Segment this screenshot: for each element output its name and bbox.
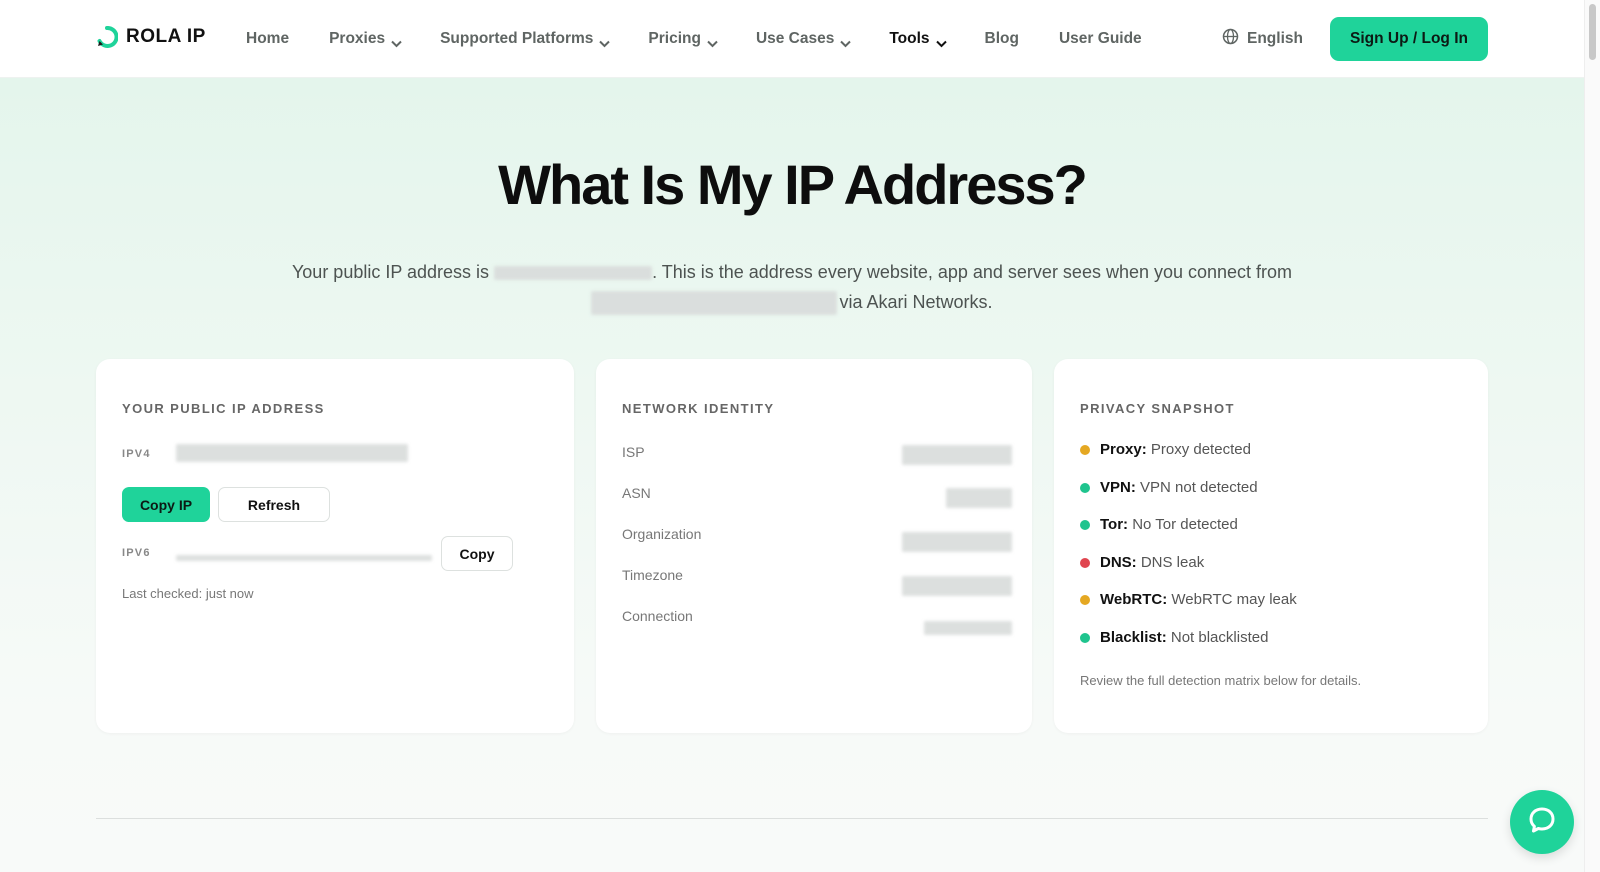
nav-item-use-cases[interactable]: Use Cases [755, 30, 852, 48]
main-nav: Home Proxies Supported Platforms Pricing… [246, 0, 1182, 78]
redacted-value [902, 576, 1012, 596]
privacy-key: Tor: [1100, 516, 1129, 533]
redacted-ip [494, 266, 653, 281]
redacted-value [902, 445, 1012, 465]
hero-subtitle: Your public IP address is . This is the … [270, 257, 1314, 317]
privacy-snapshot-card: PRIVACY SNAPSHOT Proxy: Proxy detected V… [1054, 359, 1488, 733]
privacy-item-text: DNS: DNS leak [1100, 554, 1204, 571]
privacy-item-webrtc: WebRTC: WebRTC may leak [1080, 591, 1297, 608]
nav-item-label: Home [246, 30, 290, 47]
timezone-label: Timezone [622, 567, 683, 583]
redacted-ipv6 [176, 555, 432, 561]
refresh-button[interactable]: Refresh [218, 487, 330, 522]
logo[interactable]: ROLA IP [96, 26, 206, 48]
chevron-down-icon [707, 35, 718, 47]
privacy-value: WebRTC may leak [1171, 591, 1297, 608]
nav-item-tools[interactable]: Tools [889, 30, 947, 48]
nav-item-label: Blog [984, 30, 1019, 47]
privacy-item-text: Proxy: Proxy detected [1100, 441, 1251, 458]
subtitle-text: . This is the address every website, app… [652, 262, 1293, 282]
privacy-value: Not blacklisted [1170, 629, 1269, 646]
nav-item-label: Supported Platforms [440, 30, 594, 47]
privacy-key: Blacklist: [1100, 629, 1167, 646]
privacy-item-text: Blacklist: Not blacklisted [1100, 629, 1268, 646]
ipv4-label: IPV4 [122, 448, 151, 460]
copy-ip-button[interactable]: Copy IP [122, 487, 210, 522]
nav-item-label: Tools [889, 30, 930, 47]
privacy-item-text: WebRTC: WebRTC may leak [1100, 591, 1297, 608]
redacted-value [924, 621, 1012, 635]
privacy-value: Proxy detected [1150, 441, 1251, 458]
status-dot [1080, 632, 1090, 643]
nav-item-label: Use Cases [755, 30, 835, 47]
privacy-key: DNS: [1100, 554, 1137, 571]
connection-label: Connection [622, 608, 693, 624]
asn-label: ASN [622, 485, 651, 501]
privacy-item-text: Tor: No Tor detected [1100, 516, 1238, 533]
privacy-value: VPN not detected [1140, 479, 1258, 496]
privacy-footnote: Review the full detection matrix below f… [1080, 673, 1362, 688]
status-dot [1080, 444, 1090, 455]
rola-logo-icon [96, 26, 119, 48]
public-ip-card: YOUR PUBLIC IP ADDRESS IPV4 Copy IP Refr… [96, 359, 574, 733]
chevron-down-icon [840, 35, 852, 47]
nav-item-user-guide[interactable]: User Guide [1059, 30, 1142, 48]
privacy-key: Proxy: [1100, 441, 1147, 458]
status-dot [1080, 519, 1090, 530]
card-heading: PRIVACY SNAPSHOT [1080, 401, 1235, 416]
brand-name: ROLA IP [126, 26, 206, 47]
nav-item-pricing[interactable]: Pricing [648, 30, 718, 48]
nav-item-label: Proxies [329, 30, 386, 47]
redacted-value [902, 532, 1012, 552]
section-divider [96, 818, 1488, 819]
redacted-value [946, 488, 1012, 508]
ipv6-label: IPV6 [122, 547, 151, 559]
redacted-location [591, 291, 838, 316]
chat-widget-button[interactable] [1510, 790, 1574, 854]
privacy-item-blacklist: Blacklist: Not blacklisted [1080, 629, 1268, 646]
privacy-item-vpn: VPN: VPN not detected [1080, 479, 1258, 496]
scrollbar[interactable] [1584, 0, 1600, 872]
language-selector[interactable]: English [1222, 28, 1303, 50]
status-dot [1080, 557, 1090, 568]
nav-item-label: Pricing [648, 30, 701, 47]
signup-login-button[interactable]: Sign Up / Log In [1330, 17, 1488, 61]
privacy-key: WebRTC: [1100, 591, 1168, 608]
globe-icon [1222, 28, 1239, 50]
card-heading: NETWORK IDENTITY [622, 401, 775, 416]
subtitle-text: via Akari Networks. [839, 292, 993, 312]
privacy-value: No Tor detected [1132, 516, 1238, 533]
language-label: English [1247, 30, 1303, 47]
site-header: ROLA IP Home Proxies Supported Platforms… [0, 0, 1584, 78]
status-dot [1080, 482, 1090, 493]
privacy-value: DNS leak [1140, 554, 1205, 571]
privacy-item-dns: DNS: DNS leak [1080, 554, 1204, 571]
nav-item-home[interactable]: Home [246, 30, 289, 48]
copy-ipv6-button[interactable]: Copy [441, 536, 513, 571]
page-title: What Is My IP Address? [498, 153, 1088, 216]
scrollbar-thumb[interactable] [1589, 4, 1596, 60]
status-dot [1080, 594, 1090, 605]
chevron-down-icon [599, 35, 611, 47]
organization-label: Organization [622, 526, 702, 542]
nav-item-supported-platforms[interactable]: Supported Platforms [440, 30, 611, 48]
subtitle-text: Your public IP address is [291, 262, 495, 282]
privacy-item-proxy: Proxy: Proxy detected [1080, 441, 1251, 458]
privacy-item-tor: Tor: No Tor detected [1080, 516, 1238, 533]
nav-item-blog[interactable]: Blog [985, 30, 1019, 48]
chevron-down-icon [391, 35, 402, 47]
chat-bubble-icon [1527, 805, 1557, 840]
chevron-down-icon [935, 35, 947, 47]
redacted-ipv4 [176, 444, 408, 462]
network-identity-card: NETWORK IDENTITY ISP ASN Organization Ti… [596, 359, 1032, 733]
card-heading: YOUR PUBLIC IP ADDRESS [122, 401, 325, 416]
isp-label: ISP [622, 444, 645, 460]
privacy-key: VPN: [1100, 479, 1136, 496]
last-checked-text: Last checked: just now [122, 586, 254, 601]
nav-item-label: User Guide [1058, 30, 1142, 47]
privacy-item-text: VPN: VPN not detected [1100, 479, 1258, 496]
nav-item-proxies[interactable]: Proxies [329, 30, 402, 48]
